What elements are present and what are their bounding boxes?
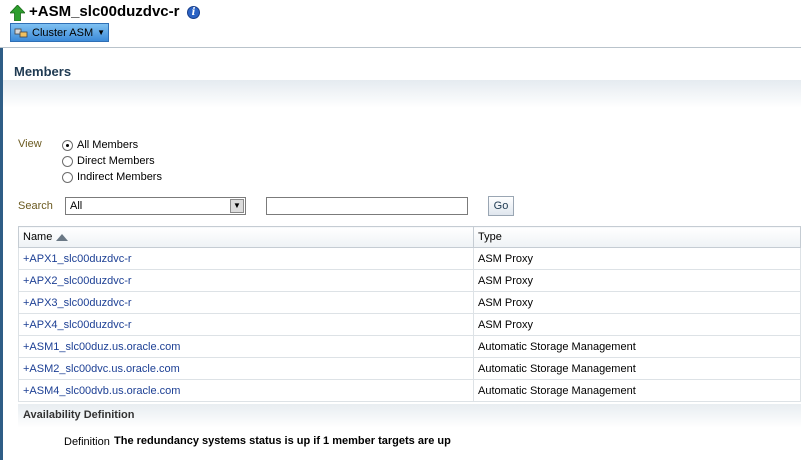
info-icon[interactable]: i [187, 6, 200, 19]
search-label: Search [18, 200, 53, 212]
radio-label: All Members [77, 139, 139, 151]
availability-title: Availability Definition [23, 409, 135, 421]
member-name-link[interactable]: +ASM1_slc00duz.us.oracle.com [18, 335, 474, 358]
member-type: Automatic Storage Management [473, 379, 801, 402]
chevron-down-icon: ▼ [97, 28, 106, 37]
member-name-link[interactable]: +APX4_slc00duzdvc-r [18, 313, 474, 336]
header-divider [0, 47, 801, 48]
sort-ascending-icon[interactable] [56, 233, 69, 241]
search-input[interactable] [266, 197, 468, 215]
radio-button[interactable] [62, 171, 73, 183]
member-type: Automatic Storage Management [473, 357, 801, 380]
radio-direct-members[interactable]: Direct Members [62, 155, 155, 167]
table-row: +APX1_slc00duzdvc-r ASM Proxy [18, 247, 801, 270]
cluster-asm-icon [14, 28, 28, 37]
definition-value: The redundancy systems status is up if 1… [114, 435, 451, 447]
radio-indirect-members[interactable]: Indirect Members [62, 171, 162, 183]
table-row: +APX4_slc00duzdvc-r ASM Proxy [18, 313, 801, 336]
radio-label: Direct Members [77, 155, 155, 167]
column-header-name[interactable]: Name [18, 226, 474, 248]
definition-label: Definition [64, 436, 110, 448]
table-row: +ASM4_slc00dvb.us.oracle.com Automatic S… [18, 379, 801, 402]
member-name-link[interactable]: +ASM2_slc00dvc.us.oracle.com [18, 357, 474, 380]
member-name-link[interactable]: +APX3_slc00duzdvc-r [18, 291, 474, 314]
member-type: ASM Proxy [473, 269, 801, 292]
left-accent-bar [0, 48, 3, 460]
view-label: View [18, 138, 42, 150]
go-button[interactable]: Go [488, 196, 514, 216]
page-title: +ASM_slc00duzdvc-r [29, 3, 180, 20]
members-table: Name Type +APX1_slc00duzdvc-r ASM Proxy … [18, 226, 801, 402]
table-header-row: Name Type [18, 226, 801, 248]
members-section-title: Members [14, 64, 72, 79]
table-row: +ASM1_slc00duz.us.oracle.com Automatic S… [18, 335, 801, 358]
radio-button[interactable] [62, 139, 73, 151]
member-type: ASM Proxy [473, 247, 801, 270]
table-row: +APX2_slc00duzdvc-r ASM Proxy [18, 269, 801, 292]
cluster-asm-menu-label: Cluster ASM [32, 26, 94, 39]
member-type: Automatic Storage Management [473, 335, 801, 358]
member-type: ASM Proxy [473, 313, 801, 336]
column-header-type[interactable]: Type [473, 226, 801, 248]
up-arrow-icon [10, 5, 25, 21]
table-row: +APX3_slc00duzdvc-r ASM Proxy [18, 291, 801, 314]
radio-label: Indirect Members [77, 171, 162, 183]
member-name-link[interactable]: +APX1_slc00duzdvc-r [18, 247, 474, 270]
target-header: +ASM_slc00duzdvc-r i Cluster ASM ▼ [0, 0, 801, 47]
member-name-link[interactable]: +ASM4_slc00dvb.us.oracle.com [18, 379, 474, 402]
search-scope-value: All [70, 200, 83, 212]
members-section-band [3, 80, 801, 108]
availability-section-band [18, 404, 801, 428]
member-name-link[interactable]: +APX2_slc00duzdvc-r [18, 269, 474, 292]
radio-all-members[interactable]: All Members [62, 139, 138, 151]
member-type: ASM Proxy [473, 291, 801, 314]
cluster-asm-menu-button[interactable]: Cluster ASM ▼ [10, 23, 109, 42]
table-row: +ASM2_slc00dvc.us.oracle.com Automatic S… [18, 357, 801, 380]
search-scope-select[interactable]: All ▼ [65, 197, 246, 215]
radio-button[interactable] [62, 155, 73, 167]
dropdown-arrow-icon[interactable]: ▼ [230, 199, 244, 213]
